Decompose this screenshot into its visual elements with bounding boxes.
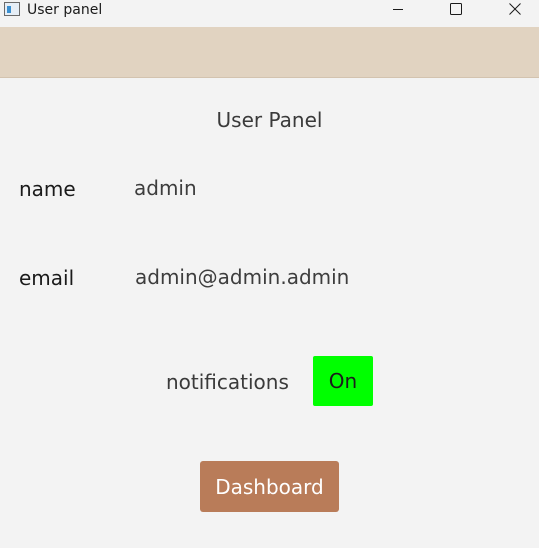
page-title: User Panel — [216, 108, 323, 132]
header-band — [0, 27, 539, 78]
close-icon — [509, 3, 521, 15]
minimize-icon — [393, 9, 403, 10]
maximize-icon — [450, 3, 462, 15]
app-icon — [4, 2, 20, 16]
minimize-button[interactable] — [375, 0, 421, 20]
name-value: admin — [134, 176, 197, 200]
maximize-button[interactable] — [433, 0, 479, 20]
dashboard-button[interactable]: Dashboard — [200, 461, 339, 512]
notifications-label: notifications — [166, 370, 289, 394]
email-value: admin@admin.admin — [135, 265, 350, 289]
close-button[interactable] — [492, 0, 538, 20]
name-label: name — [19, 177, 76, 201]
title-bar[interactable]: User panel — [0, 0, 539, 27]
window-title: User panel — [27, 2, 103, 18]
notifications-toggle[interactable]: On — [313, 356, 373, 406]
email-label: email — [19, 266, 75, 290]
